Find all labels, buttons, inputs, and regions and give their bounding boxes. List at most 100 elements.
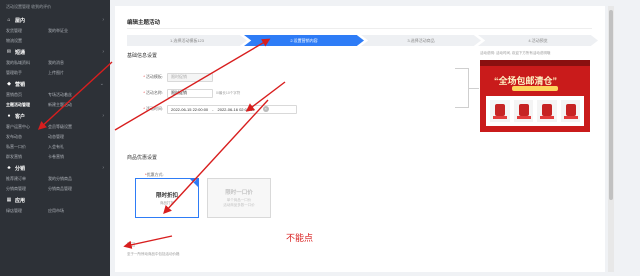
time-start: 2022-06-15 22:00:00 [171, 106, 209, 112]
sidebar-row: 营销首页 专场活动着丝 [0, 90, 110, 100]
chevron-down-icon: ⌄ [99, 81, 104, 87]
sidebar-section-apps[interactable]: ▦ 应用 [0, 194, 110, 206]
sidebar-row: 分销商管理 分销商品管理 [0, 184, 110, 194]
app-icon: ▦ [6, 197, 12, 203]
step-2-current: 2.设置营销内容 [244, 35, 364, 46]
sidebar-link[interactable]: 客户运营中心 [6, 124, 48, 130]
sidebar-link[interactable]: 私营一口价 [6, 144, 48, 150]
user-icon: ● [7, 113, 11, 119]
sidebar-link[interactable]: 应用市场 [48, 208, 90, 214]
sidebar-row: 物流设置 [0, 36, 110, 46]
sidebar-link[interactable]: 分销商品管理 [48, 186, 90, 192]
home-icon: ⌂ [7, 17, 11, 23]
sidebar-row-active: 主题活动管理 新建主题活动 [0, 100, 110, 110]
sidebar-item-theme-activity[interactable]: 主题活动管理 [6, 102, 48, 108]
sidebar-link[interactable]: 发货管理 [6, 28, 48, 34]
small-toggle[interactable] [127, 242, 135, 247]
stepper: 1.选择活动模板123 2.设置营销内容 3.选择活动商品 4.活动预览 [127, 35, 598, 46]
base-section-title: 基础信息设置 [127, 53, 158, 59]
main-content: 编辑主题活动 1.选择活动模板123 2.设置营销内容 3.选择活动商品 4.活… [110, 0, 640, 276]
sidebar-section-marketing[interactable]: ◆ 营销 ⌄ [0, 78, 110, 90]
time-row: *活动时间: 2022-06-15 22:00:00 - 2022-06-16 … [129, 104, 297, 114]
scrollbar-thumb[interactable] [609, 10, 613, 200]
template-field: 限时促销 [167, 72, 213, 82]
name-label: *活动名称: [143, 90, 163, 95]
bottom-note: 至于一所惊动商品中包括活动价格 [127, 252, 180, 256]
activity-time-range-picker[interactable]: 2022-06-15 22:00:00 - 2022-06-16 02:00:0… [167, 104, 297, 114]
marketing-icon: ◆ [7, 81, 11, 87]
preview-subtitle-bar [512, 86, 558, 91]
discount-section-title: 商品优惠设置 [127, 155, 158, 161]
sidebar-link[interactable]: 推荐建订单 [6, 176, 48, 182]
option-desc: 单个商品一口价 活动商品多数一口价 [223, 198, 255, 207]
activity-preview: “全场包邮清仓” [480, 60, 590, 132]
sidebar-link[interactable]: 管理助手 [6, 70, 48, 76]
content-panel: 编辑主题活动 1.选择活动模板123 2.设置营销内容 3.选择活动商品 4.活… [115, 6, 605, 272]
sidebar-link[interactable]: 绿店管理 [6, 208, 48, 214]
check-icon: ✓ [193, 178, 197, 183]
sidebar-link[interactable]: 群发营销 [6, 154, 48, 160]
chevron-right-icon: › [102, 113, 104, 119]
sidebar-link[interactable]: 会员等级设置 [48, 124, 90, 130]
activity-name-input[interactable]: 限时促销 [167, 88, 213, 98]
sidebar-row: 管理助手 上传图片 [0, 68, 110, 78]
sidebar-section-distribution[interactable]: ♣ 分销 › [0, 162, 110, 174]
sidebar-link[interactable]: 我的举证业 [48, 28, 90, 34]
sidebar-link[interactable]: 物流设置 [6, 38, 48, 44]
preview-products [486, 96, 584, 126]
template-label: *活动模板: [143, 74, 163, 79]
sidebar-link[interactable]: 发布动态 [6, 134, 48, 140]
sidebar-link[interactable]: 我的私域资料 [6, 60, 48, 66]
sidebar-row: 我的私域资料 我的消息 [0, 58, 110, 68]
sidebar-link[interactable]: 卡卷营销 [48, 154, 90, 160]
time-label: *活动时间: [143, 106, 163, 111]
option-desc: 商品打折 [160, 200, 174, 205]
step-4: 4.活动预览 [478, 35, 598, 46]
sidebar-row: 私营一口价 入会有礼 [0, 142, 110, 152]
sidebar-row: 客户运营中心 会员等级设置 [0, 122, 110, 132]
option-limited-discount[interactable]: ✓ 限时折扣 商品打折 [135, 178, 199, 218]
option-limited-fixed-price: 限时一口价 单个商品一口价 活动商品多数一口价 [207, 178, 271, 218]
option-title: 限时一口价 [225, 190, 253, 196]
sidebar-link[interactable]: 上传图片 [48, 70, 90, 76]
time-end: 2022-06-16 02:00:00 [217, 106, 255, 112]
step-3: 3.选择活动商品 [361, 35, 481, 46]
sidebar-link[interactable]: 入会有礼 [48, 144, 90, 150]
sidebar-link[interactable]: 分销商管理 [6, 186, 48, 192]
sidebar-top-links[interactable]: 活动设置管理 收到的评价 [0, 0, 110, 14]
sidebar-section-message[interactable]: ✉ 短通 › [0, 46, 110, 58]
sidebar-section-home[interactable]: ⌂ 屋内 › [0, 14, 110, 26]
name-row: *活动名称: 限时促销 0/最长10个字符 [129, 88, 240, 98]
divider [127, 28, 592, 29]
sidebar-row: 推荐建订单 我的分销商品 [0, 174, 110, 184]
message-icon: ✉ [6, 49, 12, 55]
preview-product-card [560, 100, 580, 122]
page-title: 编辑主题活动 [127, 20, 161, 26]
step-1: 1.选择活动模板123 [127, 35, 247, 46]
preview-label: 活动说明: 活动时间, 欢迎下方所有活动说明哦 [480, 51, 551, 55]
clear-icon[interactable]: × [262, 106, 269, 112]
sidebar-link[interactable]: 我的消息 [48, 60, 90, 66]
annotation-cannot-click: 不能点 [286, 234, 314, 244]
chevron-right-icon: › [102, 165, 104, 171]
chevron-right-icon: › [102, 17, 104, 23]
time-separator: - [212, 106, 214, 112]
sidebar-link[interactable]: 营销首页 [6, 92, 48, 98]
name-hint: 0/最长10个字符 [216, 90, 241, 95]
sidebar: 活动设置管理 收到的评价 ⌂ 屋内 › 发货管理 我的举证业 物流设置 ✉ 短通… [0, 0, 110, 276]
sidebar-section-customer[interactable]: ● 客户 › [0, 110, 110, 122]
sidebar-row: 发货管理 我的举证业 [0, 26, 110, 36]
connector-line [469, 88, 479, 89]
sidebar-row: 发布动态 动态管理 [0, 132, 110, 142]
preview-header [480, 60, 590, 66]
option-title: 限时折扣 [155, 192, 178, 199]
share-icon: ♣ [7, 165, 11, 171]
preview-product-card [490, 100, 510, 122]
sidebar-link[interactable]: 动态管理 [48, 134, 90, 140]
sidebar-row: 群发营销 卡卷营销 [0, 152, 110, 162]
template-row: *活动模板: 限时促销 [129, 72, 213, 82]
sidebar-link[interactable]: 我的分销商品 [48, 176, 90, 182]
sidebar-link[interactable]: 专场活动着丝 [48, 92, 90, 98]
sidebar-link[interactable]: 新建主题活动 [48, 102, 90, 108]
preview-product-card [537, 100, 557, 122]
